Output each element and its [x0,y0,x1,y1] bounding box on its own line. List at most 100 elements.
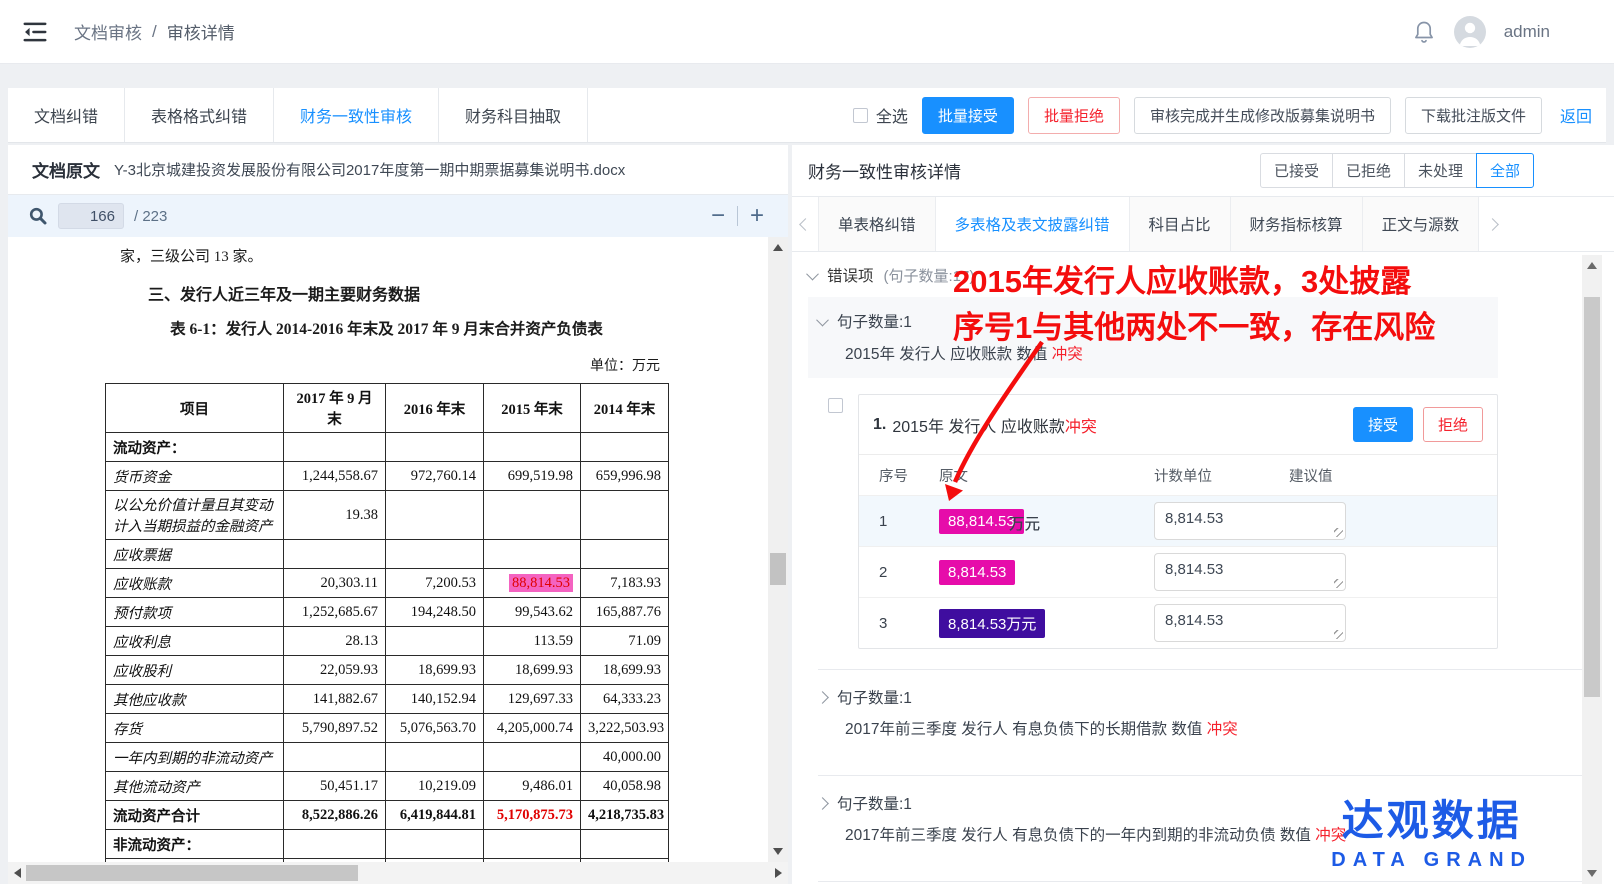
suggestion-input[interactable]: 8,814.53 [1154,604,1346,642]
vertical-scroll-thumb[interactable] [770,553,786,585]
document-vertical-scrollbar[interactable] [768,237,788,862]
document-original-label: 文档原文 [32,157,100,182]
value-cell: 659,996.98 [581,462,669,491]
value-cell: 18,699.93 [581,656,669,685]
error-card-checkbox[interactable] [828,398,843,413]
scroll-up-arrow[interactable] [1587,262,1597,269]
page-number-input[interactable] [58,203,124,229]
review-tab[interactable]: 正文与源数 [1363,197,1480,251]
value-cell [581,433,669,462]
document-horizontal-scrollbar[interactable] [8,862,788,884]
breadcrumb-doc-review[interactable]: 文档审核 [74,19,142,44]
collapsed-error-toggle[interactable]: 句子数量:1 [818,686,1582,708]
error-card: 1. 2015年 发行人 应收账款 冲突 接受 拒绝 序号 原文 计数单位 建议… [858,394,1498,649]
col-header-source: 原文 [939,465,1154,486]
table-column-header: 2016 年末 [386,384,484,433]
value-cell [484,491,581,540]
value-cell: 4,205,000.74 [484,714,581,743]
scroll-down-arrow[interactable] [1587,870,1597,877]
card-table-header: 序号 原文 计数单位 建议值 [859,455,1497,495]
finish-review-button[interactable]: 审核完成并生成修改版募集说明书 [1134,97,1391,134]
review-tab-strip: 单表格纠错多表格及表文披露纠错科目占比财务指标核算正文与源数 [792,197,1614,252]
reject-button[interactable]: 拒绝 [1423,407,1483,442]
review-tab[interactable]: 多表格及表文披露纠错 [936,197,1130,251]
col-header-unit: 计数单位 [1154,465,1289,486]
doc-section-heading: 三、发行人近三年及一期主要财务数据 [148,281,420,305]
status-filter-button[interactable]: 已拒绝 [1332,153,1405,188]
zoom-in-button[interactable]: + [750,204,764,228]
balance-sheet-table: 项目2017 年 9 月末2016 年末2015 年末2014 年末 流动资产：… [105,383,669,862]
review-tab[interactable]: 科目占比 [1130,197,1231,251]
highlighted-value: 88,814.53 [509,574,573,592]
value-cell: 8,522,886.26 [284,801,386,830]
mode-tab[interactable]: 财务科目抽取 [439,88,588,142]
value-cell: 18,699.93 [484,656,581,685]
doc-paragraph: 家，三级公司 13 家。 [120,245,263,266]
zoom-out-button[interactable]: − [711,204,725,228]
conflict-badge: 冲突 [1052,346,1083,363]
status-filter-button[interactable]: 未处理 [1404,153,1477,188]
user-avatar[interactable] [1454,16,1486,48]
row-label-cell: 货币资金 [106,462,284,491]
error-group-header[interactable]: 错误项 (句子数量:17) [808,253,1582,297]
review-tab[interactable]: 财务指标核算 [1231,197,1363,251]
table-row: 应收账款20,303.117,200.5388,814.537,183.93 [106,569,669,598]
table-column-header: 2014 年末 [581,384,669,433]
error-list: 错误项 (句子数量:17) 句子数量:1 2015年 发行人 应收账款 数值 冲… [792,253,1582,884]
batch-reject-button[interactable]: 批量拒绝 [1028,97,1120,134]
row-index: 3 [873,615,939,632]
bell-icon[interactable] [1412,19,1436,45]
scroll-left-arrow[interactable] [14,868,21,878]
row-label-cell: 预付款项 [106,598,284,627]
chevron-right-icon [816,797,829,810]
card-table-row: 28,814.53万元8,814.53 [859,546,1497,597]
value-cell: 6,419,844.81 [386,801,484,830]
username-label[interactable]: admin [1504,22,1550,42]
download-annotated-button[interactable]: 下载批注版文件 [1405,97,1542,134]
error-description: 2017年前三季度 发行人 有息负债下的长期借款 数值 冲突 [845,717,1582,739]
mode-tab[interactable]: 文档纠错 [8,88,125,142]
review-tab[interactable]: 单表格纠错 [818,197,936,251]
source-value-chip: 8,814.53万元 [939,609,1045,638]
card-table-row: 38,814.53万元万元8,814.53 [859,597,1497,648]
row-label-cell: 一年内到期的非流动资产 [106,743,284,772]
accept-button[interactable]: 接受 [1353,407,1413,442]
page-total-label: / 223 [134,208,167,225]
value-cell: 141,882.67 [284,685,386,714]
table-row: 应收股利22,059.9318,699.9318,699.9318,699.93 [106,656,669,685]
tabs-scroll-right-icon[interactable] [1479,197,1505,251]
mode-tab[interactable]: 财务一致性审核 [274,88,439,142]
suggestion-input[interactable]: 8,814.53 [1154,553,1346,591]
value-cell [484,540,581,569]
document-toolbar: / 223 − + [8,195,788,237]
value-cell [484,830,581,859]
select-all-checkbox[interactable] [853,108,868,123]
value-cell [581,491,669,540]
tabs-scroll-left-icon[interactable] [792,197,818,251]
status-filter-button[interactable]: 全部 [1476,153,1534,188]
table-row: 存货5,790,897.525,076,563.704,205,000.743,… [106,714,669,743]
row-label-cell: 存货 [106,714,284,743]
value-cell: 165,887.76 [581,598,669,627]
back-link[interactable]: 返回 [1560,103,1592,127]
value-cell: 7,183.93 [581,569,669,598]
vertical-scroll-thumb[interactable] [1584,297,1600,697]
batch-accept-button[interactable]: 批量接受 [922,97,1014,134]
sentence-count-label: 句子数量:1 [837,686,912,708]
value-cell: 113.59 [484,627,581,656]
sentence-count-label: 句子数量:1 [837,792,912,814]
menu-fold-icon[interactable] [22,19,52,45]
horizontal-scroll-thumb[interactable] [26,865,358,881]
scroll-right-arrow[interactable] [775,868,782,878]
suggestion-input[interactable]: 8,814.53 [1154,502,1346,540]
scroll-down-arrow[interactable] [773,848,783,855]
mode-tab[interactable]: 表格格式纠错 [125,88,274,142]
review-vertical-scrollbar[interactable] [1582,255,1602,884]
expanded-error-toggle[interactable]: 句子数量:1 [818,310,1498,332]
status-filter-button[interactable]: 已接受 [1260,153,1333,188]
value-cell [386,627,484,656]
search-icon[interactable] [28,206,48,226]
scroll-up-arrow[interactable] [773,244,783,251]
suggest-cell: 8,814.53 [1154,502,1483,540]
table-column-header: 2015 年末 [484,384,581,433]
